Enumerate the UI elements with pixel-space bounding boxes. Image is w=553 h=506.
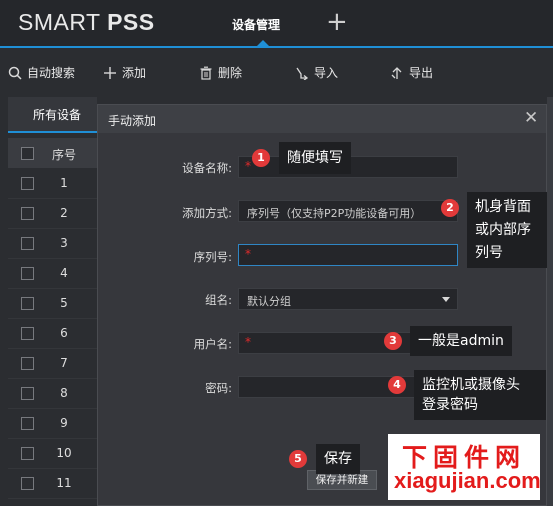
col-index-header: 序号 (52, 148, 77, 162)
add-method-label: 添加方式: (182, 206, 232, 220)
serial-input[interactable]: * (238, 244, 458, 266)
group-label: 组名: (205, 293, 232, 307)
row-index: 10 (56, 446, 72, 460)
add-method-select[interactable]: 序列号（仅支持P2P功能设备可用） (238, 200, 458, 222)
search-icon (8, 66, 22, 80)
select-all-checkbox[interactable] (21, 147, 34, 160)
table-row[interactable]: 9 (8, 408, 97, 439)
row-checkbox[interactable] (21, 387, 34, 400)
active-tab-indicator (257, 40, 269, 46)
row-checkbox[interactable] (21, 267, 34, 280)
auto-search-button[interactable]: 自动搜索 (8, 64, 75, 81)
annotation-badge: 3 (384, 332, 402, 350)
row-checkbox[interactable] (21, 177, 34, 190)
export-button[interactable]: 导出 (390, 64, 433, 81)
auto-search-label: 自动搜索 (27, 66, 76, 80)
serial-label: 序列号: (193, 250, 232, 264)
add-tab-button[interactable]: + (326, 7, 348, 37)
tab-all-devices[interactable]: 所有设备 (8, 97, 97, 133)
scrollbar-track[interactable] (547, 97, 553, 506)
annotation-callout: 随便填写 (279, 142, 351, 174)
export-label: 导出 (409, 66, 434, 80)
tab-device-management[interactable]: 设备管理 (232, 16, 280, 33)
row-checkbox[interactable] (21, 207, 34, 220)
table-row[interactable]: 5 (8, 288, 97, 319)
annotation-badge: 2 (441, 199, 459, 217)
delete-label: 删除 (218, 66, 243, 80)
row-checkbox[interactable] (21, 447, 34, 460)
row-index: 4 (60, 266, 68, 280)
required-mark: * (245, 247, 251, 261)
import-label: 导入 (314, 66, 339, 80)
table-row[interactable]: 1 (8, 168, 97, 199)
add-label: 添加 (122, 66, 147, 80)
table-row[interactable]: 11 (8, 468, 97, 499)
plus-icon (104, 66, 116, 79)
required-mark: * (245, 159, 251, 173)
row-index: 6 (60, 326, 68, 340)
row-checkbox[interactable] (21, 237, 34, 250)
annotation-callout: 机身背面 或内部序 列号 (467, 192, 547, 268)
table-row[interactable]: 8 (8, 378, 97, 409)
annotation-callout: 监控机或摄像头 登录密码 (414, 370, 546, 420)
watermark-url: xiagujian.com (394, 468, 541, 493)
row-index: 2 (60, 206, 68, 220)
device-name-label: 设备名称: (182, 161, 232, 175)
row-index: 1 (60, 176, 68, 190)
watermark: 下固件网 xiagujian.com (388, 434, 541, 500)
table-row[interactable]: 4 (8, 258, 97, 289)
annotation-callout: 一般是admin (410, 326, 512, 356)
row-checkbox[interactable] (21, 477, 34, 490)
table-row[interactable]: 2 (8, 198, 97, 229)
all-devices-label: 所有设备 (33, 108, 82, 122)
annotation-badge: 5 (289, 450, 307, 468)
password-label: 密码: (205, 381, 232, 395)
import-icon (296, 67, 309, 80)
row-checkbox[interactable] (21, 417, 34, 430)
row-index: 3 (60, 236, 68, 250)
group-select[interactable]: 默认分组 (238, 288, 458, 310)
row-checkbox[interactable] (21, 327, 34, 340)
export-icon (391, 66, 402, 79)
row-index: 8 (60, 386, 68, 400)
table-row[interactable]: 6 (8, 318, 97, 349)
table-row[interactable]: 7 (8, 348, 97, 379)
row-index: 5 (60, 296, 68, 310)
annotation-callout: 保存 (316, 444, 360, 474)
annotation-badge: 4 (388, 376, 406, 394)
row-index: 11 (56, 476, 72, 490)
app-logo: SMART PSS (18, 9, 155, 35)
dialog-title-bar: 手动添加 (98, 105, 546, 133)
import-button[interactable]: 导入 (295, 64, 338, 81)
table-row[interactable]: 3 (8, 228, 97, 259)
username-label: 用户名: (193, 337, 232, 351)
close-icon[interactable]: ✕ (524, 108, 538, 128)
row-index: 7 (60, 356, 68, 370)
add-button[interactable]: 添加 (103, 64, 146, 81)
table-row[interactable]: 10 (8, 438, 97, 469)
row-checkbox[interactable] (21, 297, 34, 310)
chevron-down-icon (442, 297, 450, 302)
trash-icon (200, 66, 212, 80)
table-header: 序号 (8, 138, 97, 168)
delete-button[interactable]: 删除 (199, 64, 242, 81)
dialog-title: 手动添加 (108, 114, 157, 128)
toolbar (0, 48, 553, 95)
group-value: 默认分组 (247, 295, 291, 308)
add-method-value: 序列号（仅支持P2P功能设备可用） (247, 207, 422, 220)
row-index: 9 (60, 416, 68, 430)
row-checkbox[interactable] (21, 357, 34, 370)
annotation-badge: 1 (252, 149, 270, 167)
required-mark: * (245, 335, 251, 349)
